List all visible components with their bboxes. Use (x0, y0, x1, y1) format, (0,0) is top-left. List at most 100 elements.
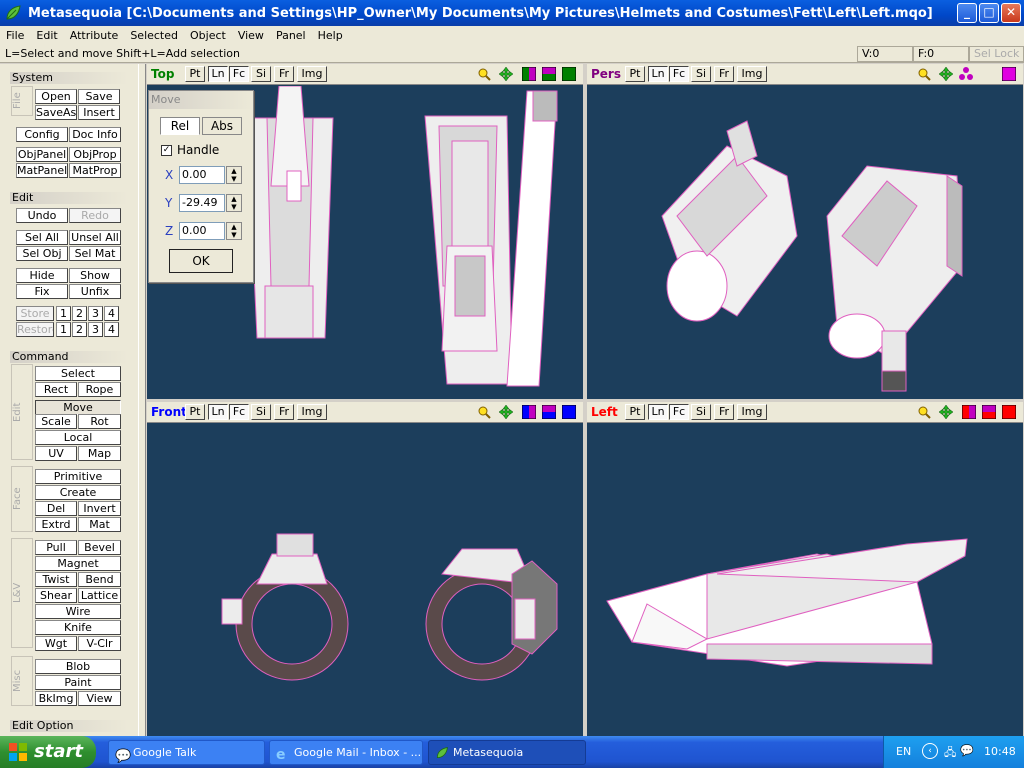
left-ln-toggle[interactable]: Ln (648, 404, 668, 420)
vertex-color-button[interactable]: V-Clr (78, 636, 121, 651)
menu-panel[interactable]: Panel (270, 29, 312, 42)
menu-edit[interactable]: Edit (30, 29, 63, 42)
task-google-talk[interactable]: 💬 Google Talk (108, 740, 265, 765)
store-slot-1[interactable]: 1 (56, 306, 71, 321)
unsel-all-button[interactable]: Unsel All (69, 230, 121, 245)
insert-button[interactable]: Insert (78, 105, 120, 120)
task-google-mail[interactable]: e Google Mail - Inbox - ... (269, 740, 423, 765)
pers-fc-toggle[interactable]: Fc (669, 66, 689, 82)
uv-tool-button[interactable]: UV (35, 446, 77, 461)
view-split-icon[interactable] (522, 67, 536, 81)
sel-all-button[interactable]: Sel All (16, 230, 68, 245)
task-metasequoia[interactable]: Metasequoia (428, 740, 586, 765)
start-button[interactable]: start (0, 736, 96, 768)
matpanel-button[interactable]: MatPanel (16, 163, 68, 178)
edit-option-section-header[interactable]: Edit Option (10, 720, 128, 732)
close-button[interactable]: ✕ (1001, 3, 1021, 23)
abs-tab[interactable]: Abs (202, 117, 242, 135)
zoom-icon[interactable] (917, 405, 931, 419)
move-dialog[interactable]: Move Rel Abs ✓ Handle X 0.00 ▲ ▼ Y -29.49… (148, 90, 254, 283)
move-dialog-title[interactable]: Move (149, 91, 253, 109)
view-split-icon[interactable] (522, 405, 536, 419)
restore-slot-3[interactable]: 3 (88, 322, 103, 337)
extrude-button[interactable]: Extrd (35, 517, 77, 532)
pers-fr-toggle[interactable]: Fr (714, 66, 734, 82)
viewport-left[interactable]: Left Pt Ln Fc Si Fr Img (587, 402, 1023, 736)
speech-bubble-icon[interactable]: 💬 (960, 744, 974, 757)
pan-icon[interactable] (939, 405, 953, 419)
pers-ln-toggle[interactable]: Ln (648, 66, 668, 82)
edit-section-header[interactable]: Edit (10, 192, 128, 204)
store-slot-3[interactable]: 3 (88, 306, 103, 321)
sel-lock-button[interactable]: Sel Lock (969, 46, 1024, 62)
local-tool-button[interactable]: Local (35, 430, 121, 445)
view-half-icon[interactable] (542, 405, 556, 419)
zoom-icon[interactable] (477, 405, 491, 419)
menu-help[interactable]: Help (312, 29, 349, 42)
y-value-field[interactable]: -29.49 (179, 194, 225, 212)
zoom-icon[interactable] (477, 67, 491, 81)
view-button[interactable]: View (78, 691, 121, 706)
redo-button[interactable]: Redo (69, 208, 121, 223)
z-spinner[interactable]: ▲ ▼ (226, 222, 242, 240)
twist-button[interactable]: Twist (35, 572, 77, 587)
zoom-icon[interactable] (917, 67, 931, 81)
pan-icon[interactable] (939, 67, 953, 81)
x-value-field[interactable]: 0.00 (179, 166, 225, 184)
top-fr-toggle[interactable]: Fr (274, 66, 294, 82)
chevron-left-icon[interactable]: ‹ (922, 743, 938, 759)
lattice-button[interactable]: Lattice (78, 588, 121, 603)
sel-mat-button[interactable]: Sel Mat (69, 246, 121, 261)
front-si-toggle[interactable]: Si (251, 404, 271, 420)
bend-button[interactable]: Bend (78, 572, 121, 587)
view-full-icon[interactable] (562, 405, 576, 419)
pers-si-toggle[interactable]: Si (691, 66, 711, 82)
map-tool-button[interactable]: Map (78, 446, 121, 461)
view-split-icon[interactable] (962, 405, 976, 419)
weight-button[interactable]: Wgt (35, 636, 77, 651)
language-indicator[interactable]: EN (896, 745, 911, 758)
system-section-header[interactable]: System (10, 72, 128, 84)
view-full-icon[interactable] (1002, 405, 1016, 419)
paint-button[interactable]: Paint (35, 675, 121, 690)
wire-button[interactable]: Wire (35, 604, 121, 619)
top-ln-toggle[interactable]: Ln (208, 66, 228, 82)
bkimg-button[interactable]: BkImg (35, 691, 77, 706)
top-img-toggle[interactable]: Img (297, 66, 327, 82)
unfix-button[interactable]: Unfix (69, 284, 121, 299)
front-pt-toggle[interactable]: Pt (185, 404, 205, 420)
fix-button[interactable]: Fix (16, 284, 68, 299)
panel-splitter[interactable] (138, 64, 146, 736)
blob-button[interactable]: Blob (35, 659, 121, 674)
restore-slot-1[interactable]: 1 (56, 322, 71, 337)
left-fr-toggle[interactable]: Fr (714, 404, 734, 420)
show-button[interactable]: Show (69, 268, 121, 283)
view-full-icon[interactable] (1002, 67, 1016, 81)
front-ln-toggle[interactable]: Ln (208, 404, 228, 420)
objprop-button[interactable]: ObjProp (69, 147, 121, 162)
clock[interactable]: 10:48 (984, 745, 1016, 758)
front-img-toggle[interactable]: Img (297, 404, 327, 420)
left-view-model[interactable] (587, 424, 1023, 736)
move-tool-button[interactable]: Move (35, 400, 121, 415)
knife-button[interactable]: Knife (35, 620, 121, 635)
rope-select-button[interactable]: Rope (78, 382, 121, 397)
shear-button[interactable]: Shear (35, 588, 77, 603)
pers-pt-toggle[interactable]: Pt (625, 66, 645, 82)
ok-button[interactable]: OK (169, 249, 233, 273)
delete-face-button[interactable]: Del (35, 501, 77, 516)
rotate-icon[interactable] (959, 67, 973, 81)
undo-button[interactable]: Undo (16, 208, 68, 223)
front-fr-toggle[interactable]: Fr (274, 404, 294, 420)
menu-selected[interactable]: Selected (124, 29, 184, 42)
doc-info-button[interactable]: Doc Info (69, 127, 121, 142)
top-pt-toggle[interactable]: Pt (185, 66, 205, 82)
perspective-view-model[interactable] (587, 86, 1023, 399)
restore-button[interactable]: Restore (16, 322, 54, 337)
rect-select-button[interactable]: Rect (35, 382, 77, 397)
store-slot-4[interactable]: 4 (104, 306, 119, 321)
store-slot-2[interactable]: 2 (72, 306, 87, 321)
pan-icon[interactable] (499, 67, 513, 81)
view-half-icon[interactable] (982, 405, 996, 419)
left-si-toggle[interactable]: Si (691, 404, 711, 420)
